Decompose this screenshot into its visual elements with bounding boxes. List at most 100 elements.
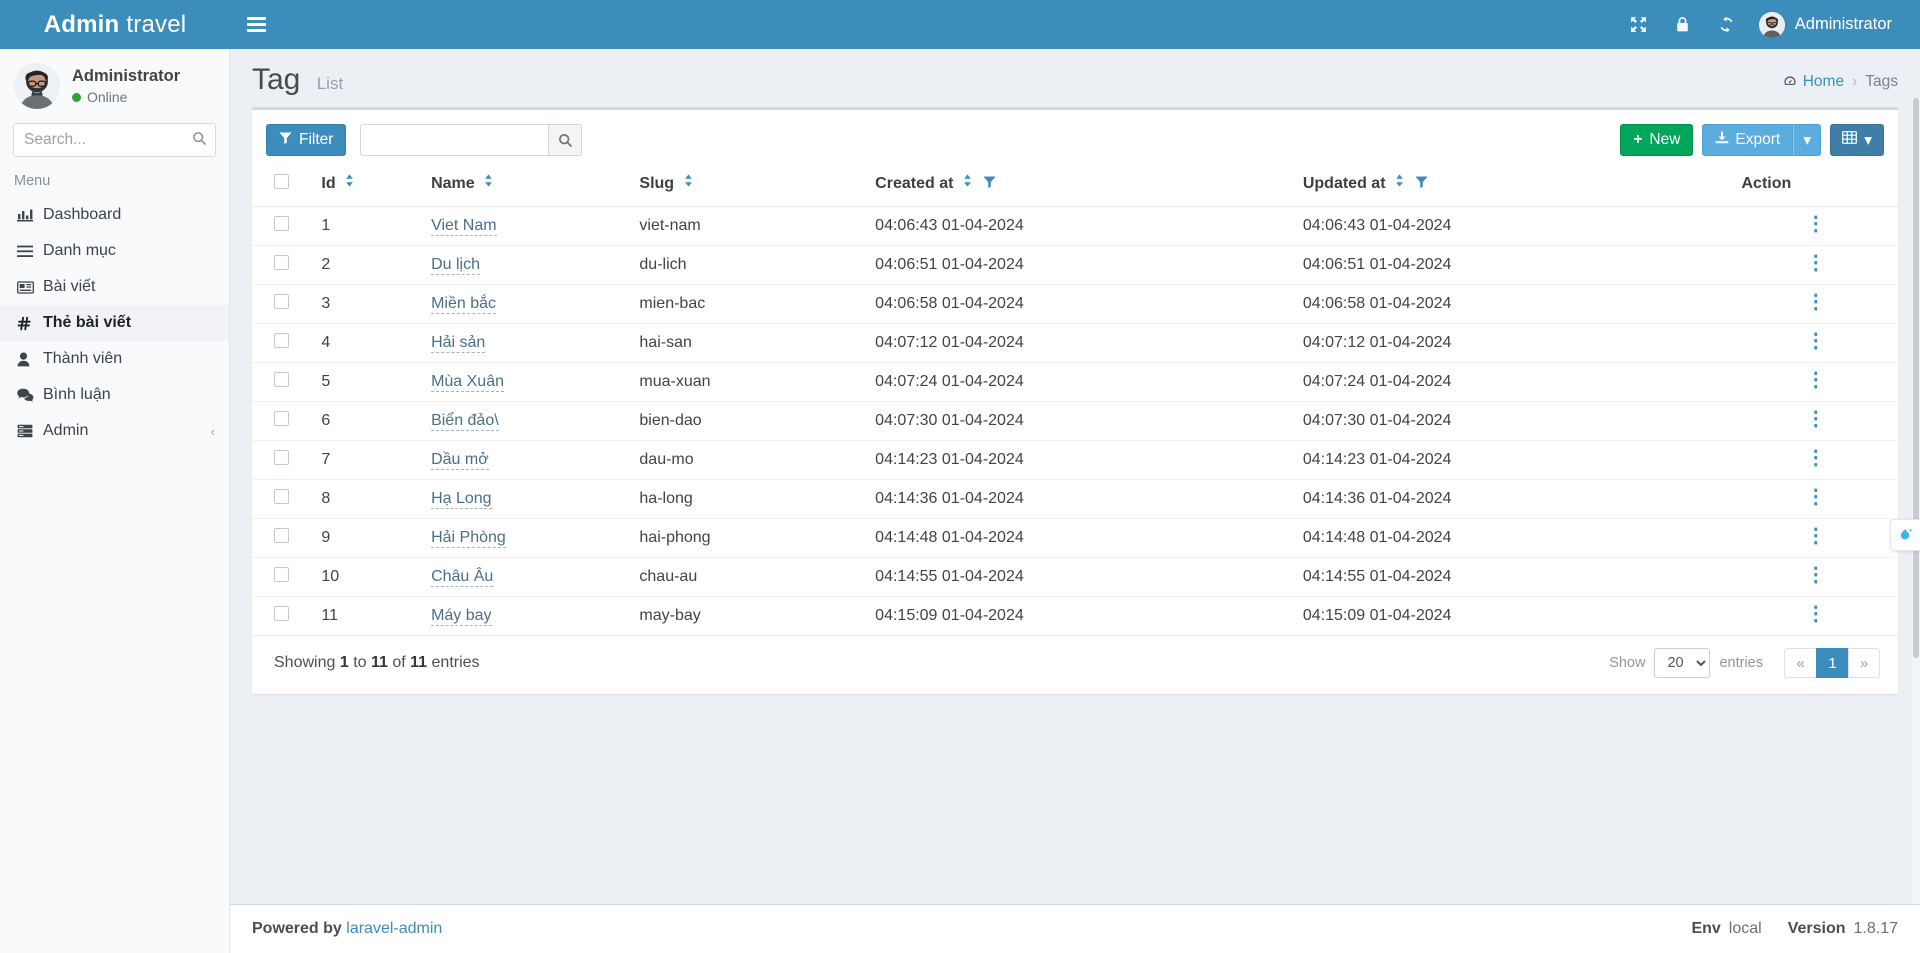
sidebar-toggle-button[interactable] bbox=[230, 0, 282, 49]
showing-entries-text: Showing 1 to 11 of 11 entries bbox=[274, 654, 480, 672]
export-button[interactable]: Export bbox=[1702, 124, 1794, 156]
tag-name-link[interactable]: Hải Phòng bbox=[431, 529, 506, 548]
column-filter-icon[interactable] bbox=[1415, 175, 1429, 193]
pagination-page-1[interactable]: 1 bbox=[1816, 648, 1848, 678]
table-search-input[interactable] bbox=[360, 124, 549, 156]
export-dropdown-toggle[interactable]: ▾ bbox=[1793, 124, 1822, 156]
sort-icon[interactable] bbox=[484, 174, 493, 189]
row-actions-menu-icon[interactable]: ⋮ bbox=[1806, 331, 1826, 351]
row-checkbox[interactable] bbox=[274, 567, 289, 582]
user-menu[interactable]: Administrator bbox=[1749, 0, 1904, 49]
row-checkbox[interactable] bbox=[274, 294, 289, 309]
refresh-icon[interactable] bbox=[1705, 0, 1749, 49]
breadcrumb-home[interactable]: Home bbox=[1783, 73, 1844, 91]
tag-name-link[interactable]: Máy bay bbox=[431, 607, 492, 626]
row-select-cell bbox=[252, 557, 314, 597]
search-icon[interactable] bbox=[192, 131, 207, 151]
filter-button[interactable]: Filter bbox=[266, 124, 347, 156]
sidebar-item-dashboard[interactable]: Dashboard bbox=[0, 197, 229, 233]
column-header-name[interactable]: Name bbox=[423, 164, 632, 207]
row-actions-menu-icon[interactable]: ⋮ bbox=[1806, 487, 1826, 507]
sidebar-item-the-bai-viet[interactable]: Thẻ bài viết bbox=[0, 305, 229, 341]
row-checkbox[interactable] bbox=[274, 606, 289, 621]
fullscreen-icon[interactable] bbox=[1617, 0, 1661, 49]
row-actions-menu-icon[interactable]: ⋮ bbox=[1806, 370, 1826, 390]
logo-light-text: travel bbox=[126, 10, 187, 38]
column-header-id-label: Id bbox=[321, 175, 336, 192]
column-filter-icon[interactable] bbox=[983, 175, 996, 193]
row-actions-menu-icon[interactable]: ⋮ bbox=[1806, 448, 1826, 468]
column-selector-button[interactable]: ▾ bbox=[1830, 124, 1884, 156]
online-dot-icon bbox=[72, 92, 81, 102]
app-logo[interactable]: Admin travel bbox=[0, 0, 230, 49]
tag-name-link[interactable]: Biển đảo\ bbox=[431, 412, 499, 431]
column-header-slug[interactable]: Slug bbox=[631, 164, 868, 207]
cell-id: 10 bbox=[313, 557, 424, 597]
pagination-next[interactable]: » bbox=[1848, 648, 1880, 678]
sidebar-search-input[interactable] bbox=[13, 123, 216, 157]
row-select-cell bbox=[252, 479, 314, 519]
scrollbar-thumb[interactable] bbox=[1913, 98, 1919, 658]
tag-name-link[interactable]: Miền bắc bbox=[431, 295, 496, 314]
tag-name-link[interactable]: Du lịch bbox=[431, 256, 480, 275]
pagination-prev[interactable]: « bbox=[1784, 648, 1816, 678]
chevron-left-icon: ‹ bbox=[210, 423, 215, 439]
sidebar-item-bai-viet[interactable]: Bài viết bbox=[0, 269, 229, 305]
sidebar-item-thanh-vien[interactable]: Thành viên bbox=[0, 341, 229, 377]
row-actions-menu-icon[interactable]: ⋮ bbox=[1806, 214, 1826, 234]
sort-icon[interactable] bbox=[684, 174, 693, 189]
cell-id: 11 bbox=[313, 596, 424, 636]
row-actions-menu-icon[interactable]: ⋮ bbox=[1806, 565, 1826, 585]
table-row: 1 Viet Nam viet-nam 04:06:43 01-04-2024 04:0… bbox=[252, 206, 1898, 246]
sidebar-item-binh-luan[interactable]: Bình luận bbox=[0, 377, 229, 413]
laravel-admin-link[interactable]: laravel-admin bbox=[346, 920, 442, 937]
tag-name-link[interactable]: Hạ Long bbox=[431, 490, 492, 509]
cell-updated-at: 04:14:36 01-04-2024 bbox=[1294, 479, 1734, 519]
tag-name-link[interactable]: Viet Nam bbox=[431, 217, 497, 236]
row-checkbox[interactable] bbox=[274, 372, 289, 387]
floating-help-widget[interactable] bbox=[1890, 519, 1920, 551]
tag-name-link[interactable]: Dầu mở bbox=[431, 451, 489, 470]
sort-icon[interactable] bbox=[963, 174, 972, 189]
tag-name-link[interactable]: Mùa Xuân bbox=[431, 373, 504, 392]
tag-name-link[interactable]: Châu Âu bbox=[431, 568, 494, 587]
page-length-select[interactable]: 20 bbox=[1654, 648, 1711, 678]
cell-slug: du-lich bbox=[631, 245, 868, 285]
row-checkbox[interactable] bbox=[274, 255, 289, 270]
sort-icon[interactable] bbox=[345, 174, 354, 189]
row-actions-menu-icon[interactable]: ⋮ bbox=[1806, 292, 1826, 312]
row-checkbox[interactable] bbox=[274, 528, 289, 543]
row-checkbox[interactable] bbox=[274, 489, 289, 504]
row-actions-menu-icon[interactable]: ⋮ bbox=[1806, 604, 1826, 624]
new-button[interactable]: + New bbox=[1620, 124, 1694, 156]
cell-slug: hai-san bbox=[631, 323, 868, 363]
powered-by: Powered by laravel-admin bbox=[252, 920, 442, 938]
select-all-checkbox[interactable] bbox=[274, 174, 289, 189]
hamburger-icon bbox=[246, 14, 266, 36]
avatar bbox=[1758, 11, 1785, 38]
row-checkbox[interactable] bbox=[274, 450, 289, 465]
table-search-button[interactable] bbox=[548, 124, 583, 156]
sidebar-item-danh-muc[interactable]: Danh mục bbox=[0, 233, 229, 269]
row-checkbox[interactable] bbox=[274, 216, 289, 231]
cell-updated-at: 04:15:09 01-04-2024 bbox=[1294, 596, 1734, 636]
sort-icon[interactable] bbox=[1395, 174, 1404, 189]
row-actions-menu-icon[interactable]: ⋮ bbox=[1806, 409, 1826, 429]
column-header-created-at[interactable]: Created at bbox=[867, 164, 1295, 207]
env-value: local bbox=[1728, 920, 1762, 937]
sidebar-item-label: Bài viết bbox=[43, 278, 96, 295]
row-checkbox[interactable] bbox=[274, 333, 289, 348]
lock-icon[interactable] bbox=[1661, 0, 1705, 49]
sidebar-item-admin[interactable]: Admin ‹ bbox=[0, 413, 229, 449]
row-actions-menu-icon[interactable]: ⋮ bbox=[1806, 253, 1826, 273]
table-search-group bbox=[360, 124, 583, 156]
download-icon bbox=[1715, 131, 1729, 149]
cell-id: 6 bbox=[313, 401, 424, 441]
row-checkbox[interactable] bbox=[274, 411, 289, 426]
row-actions-menu-icon[interactable]: ⋮ bbox=[1806, 526, 1826, 546]
tag-name-link[interactable]: Hải sản bbox=[431, 334, 486, 353]
column-header-id[interactable]: Id bbox=[313, 164, 424, 207]
caret-down-icon: ▾ bbox=[1864, 131, 1872, 149]
column-header-updated-at[interactable]: Updated at bbox=[1294, 164, 1734, 207]
cell-name: Viet Nam bbox=[423, 206, 632, 246]
